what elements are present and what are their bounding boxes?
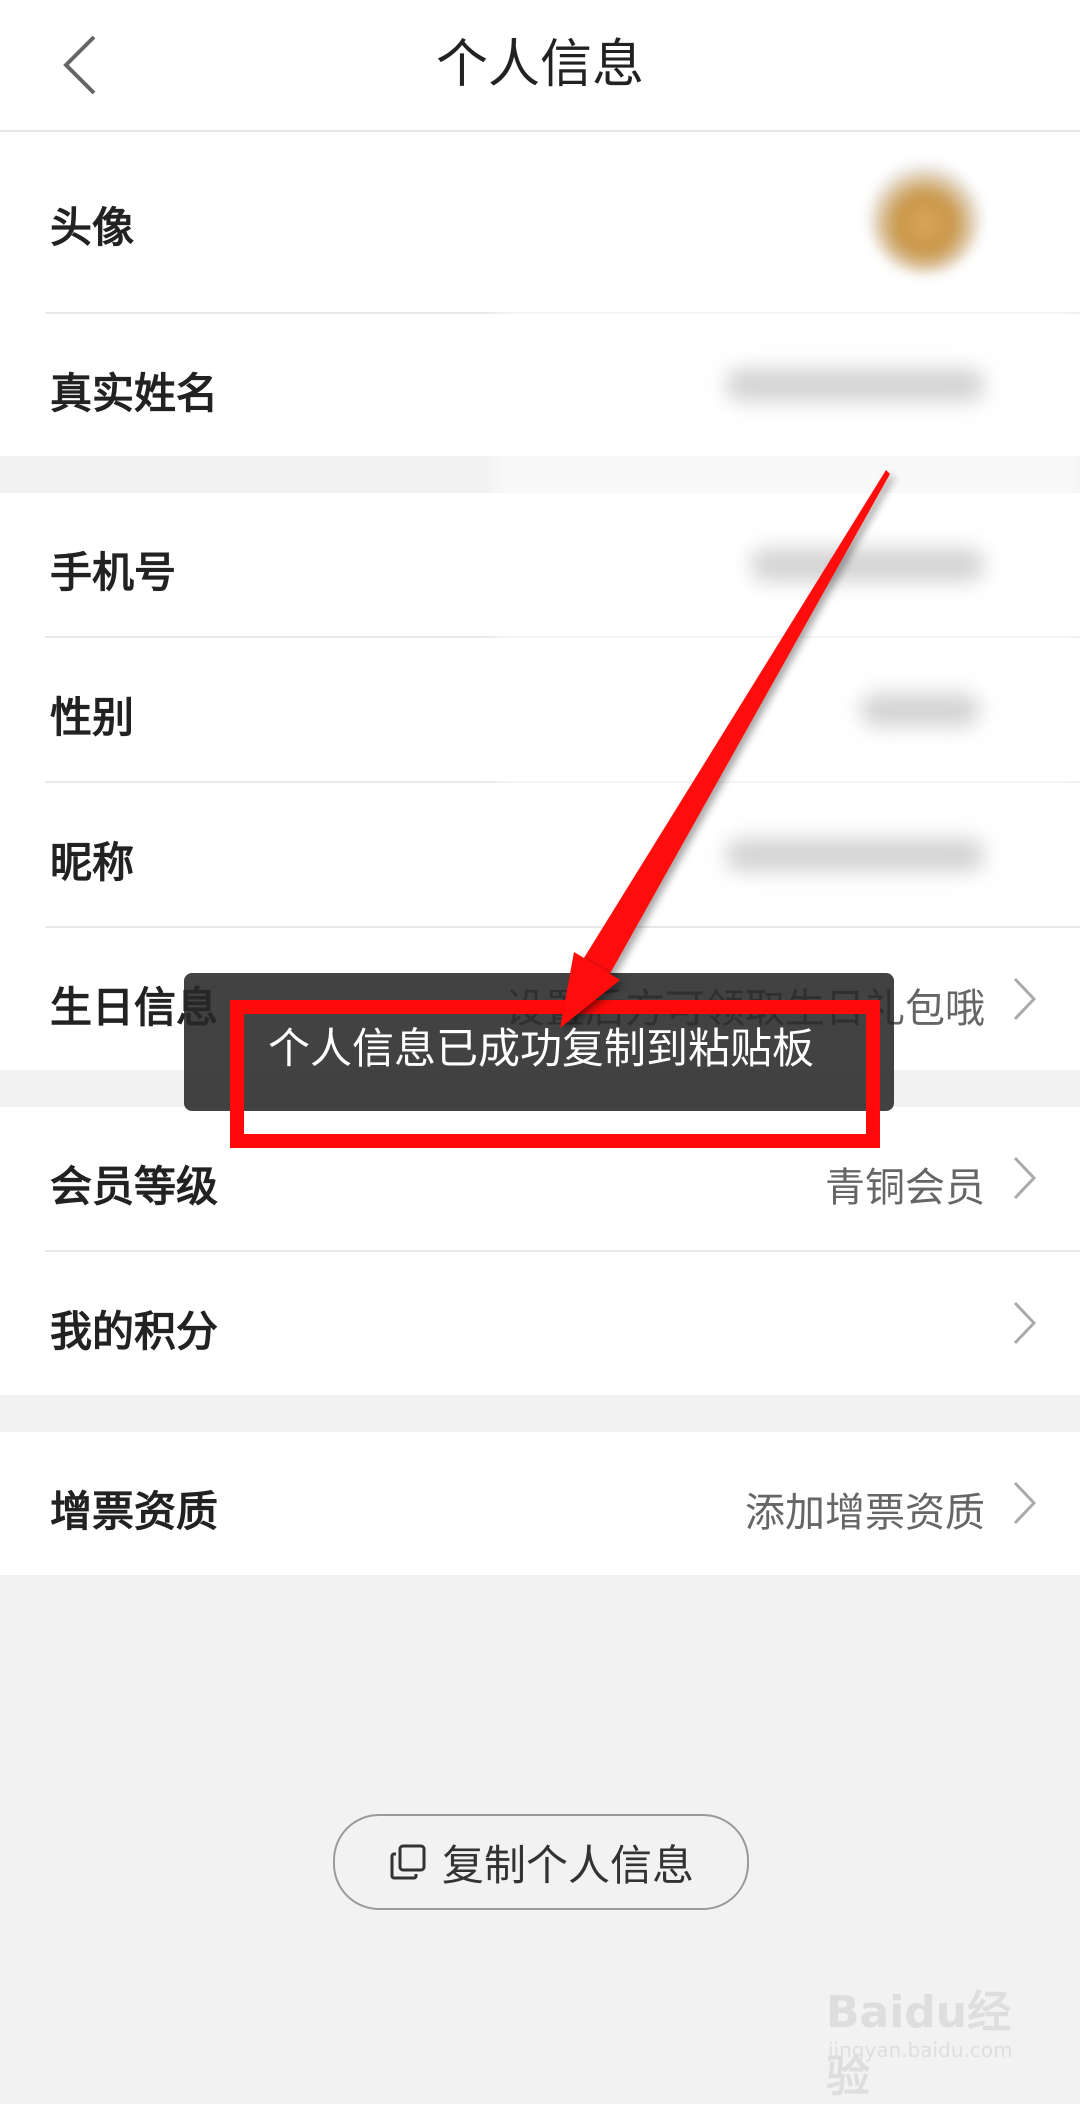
- watermark: Baidu经验 jingyan.baidu.com: [826, 1976, 1036, 2102]
- copy-icon: [390, 1844, 426, 1880]
- watermark-url: jingyan.baidu.com: [828, 2038, 1013, 2062]
- copy-info-label: 复制个人信息: [441, 1840, 694, 1890]
- copy-info-button[interactable]: 复制个人信息: [333, 1814, 749, 1910]
- annotation-arrow: [560, 470, 890, 1028]
